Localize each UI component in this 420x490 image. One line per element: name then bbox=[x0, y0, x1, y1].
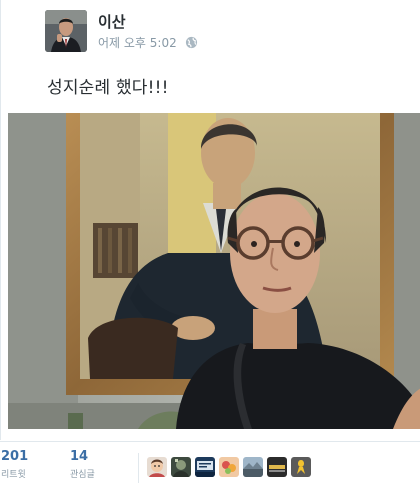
tweet-card: 이산 어제 오후 5:02 성지순례 했다!!! bbox=[0, 0, 420, 440]
stats-divider bbox=[0, 441, 420, 442]
retweet-count: 201 bbox=[1, 449, 29, 464]
attached-photo[interactable] bbox=[8, 113, 420, 429]
favoriter-avatars bbox=[147, 457, 311, 477]
timestamp[interactable]: 어제 오후 5:02 bbox=[98, 34, 177, 51]
favoriter-avatar-3[interactable] bbox=[195, 457, 215, 477]
favorite-stat[interactable]: 14 관심글 bbox=[70, 449, 95, 480]
tweet-stats: 201 리트윗 14 관심글 bbox=[0, 449, 420, 490]
favoriter-avatar-2[interactable] bbox=[171, 457, 191, 477]
tweet-text: 성지순례 했다!!! bbox=[47, 78, 169, 98]
favoriter-avatar-5[interactable] bbox=[243, 457, 263, 477]
retweet-stat[interactable]: 201 리트윗 bbox=[1, 449, 28, 480]
favoriter-avatar-1[interactable] bbox=[147, 457, 167, 477]
stats-separator bbox=[138, 453, 139, 483]
profile-avatar[interactable] bbox=[45, 10, 87, 52]
favoriter-avatar-4[interactable] bbox=[219, 457, 239, 477]
attached-photo-image bbox=[8, 113, 420, 429]
favoriter-avatar-7[interactable] bbox=[291, 457, 311, 477]
favoriter-avatar-6[interactable] bbox=[267, 457, 287, 477]
tweet-meta: 어제 오후 5:02 bbox=[98, 34, 198, 51]
favorite-count: 14 bbox=[70, 449, 89, 464]
profile-avatar-image bbox=[45, 10, 87, 52]
retweet-label: 리트윗 bbox=[1, 470, 26, 480]
favorite-label: 관심글 bbox=[70, 470, 95, 480]
globe-icon bbox=[185, 36, 197, 49]
display-name[interactable]: 이산 bbox=[98, 11, 126, 32]
